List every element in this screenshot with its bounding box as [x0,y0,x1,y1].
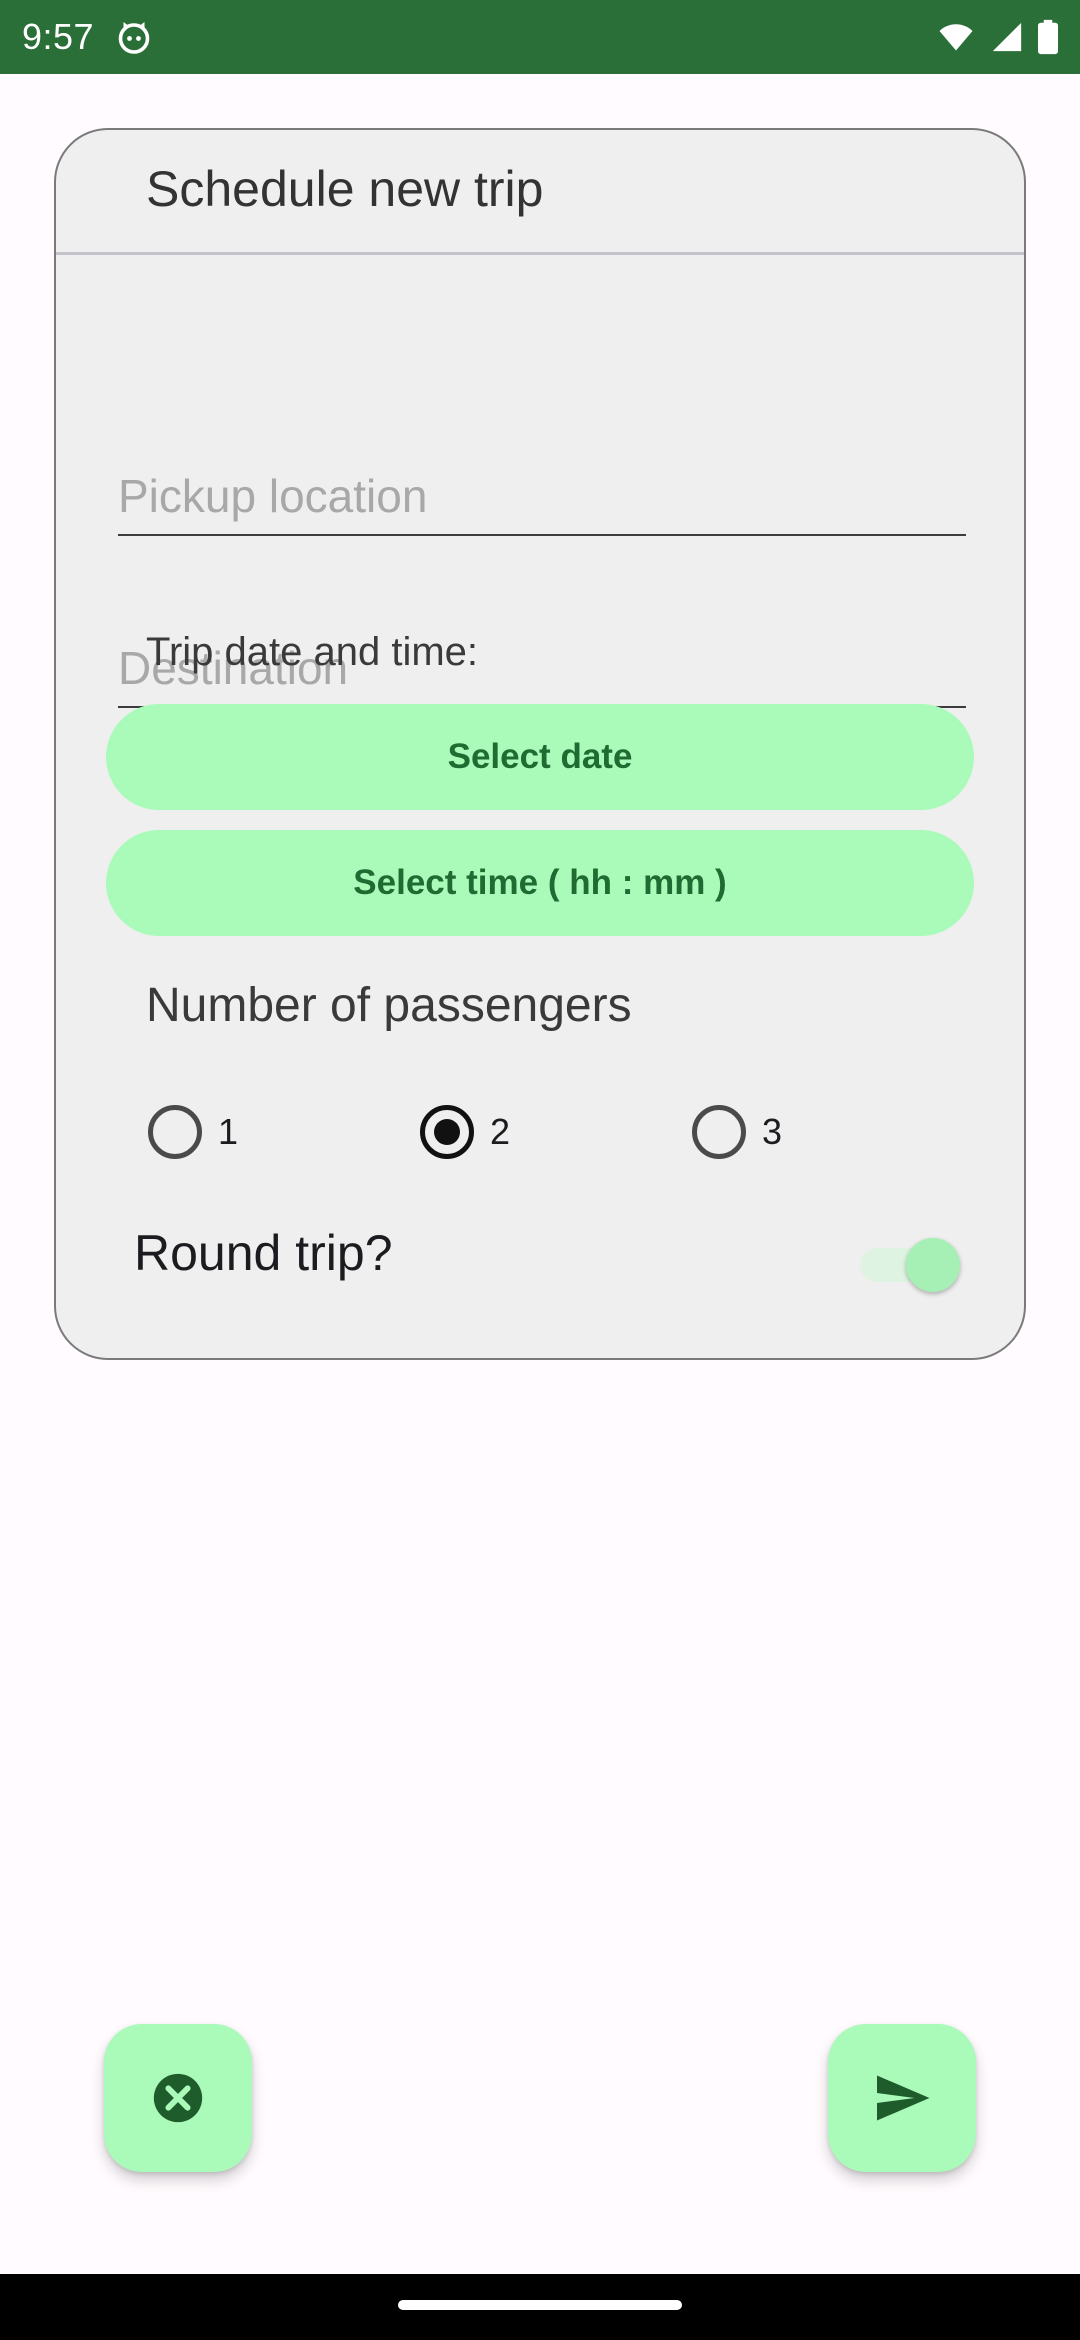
round-trip-label: Round trip? [134,1225,393,1281]
send-icon [877,2075,930,2121]
status-icons [936,19,1058,55]
title-divider [56,252,1024,255]
select-date-button[interactable]: Select date [106,704,974,810]
cancel-circle-icon [153,2073,203,2123]
navigation-bar [0,2274,1080,2340]
radio-button[interactable] [692,1105,746,1159]
radio-button[interactable] [148,1105,202,1159]
passenger-option-1[interactable]: 1 [148,1100,238,1164]
passengers-label: Number of passengers [146,979,632,1032]
passenger-option-3[interactable]: 3 [692,1100,782,1164]
status-time: 9:57 [22,16,95,57]
card-title: Schedule new trip [146,161,544,217]
schedule-trip-card: Schedule new trip Trip date and time: Se… [54,128,1026,1360]
status-bar: 9:57 [0,0,1080,74]
cat-icon [118,22,150,54]
battery-icon [1038,19,1058,55]
home-gesture-handle[interactable] [398,2300,682,2310]
round-trip-switch[interactable] [856,1230,960,1294]
radio-dot [434,1119,460,1145]
pickup-location-input[interactable] [118,466,966,526]
radio-label: 1 [218,1111,239,1152]
signal-icon [992,22,1022,52]
trip-date-time-label: Trip date and time: [146,630,479,674]
radio-button-selected[interactable] [420,1105,474,1159]
switch-thumb[interactable] [906,1238,960,1292]
select-time-button[interactable]: Select time ( hh : mm ) [106,830,974,936]
pickup-location-field [118,446,966,536]
cancel-button[interactable] [104,2024,252,2172]
radio-label: 2 [490,1111,511,1152]
send-button[interactable] [828,2024,976,2172]
passenger-option-2[interactable]: 2 [420,1100,510,1164]
radio-label: 3 [762,1111,783,1152]
wifi-icon [939,24,973,51]
